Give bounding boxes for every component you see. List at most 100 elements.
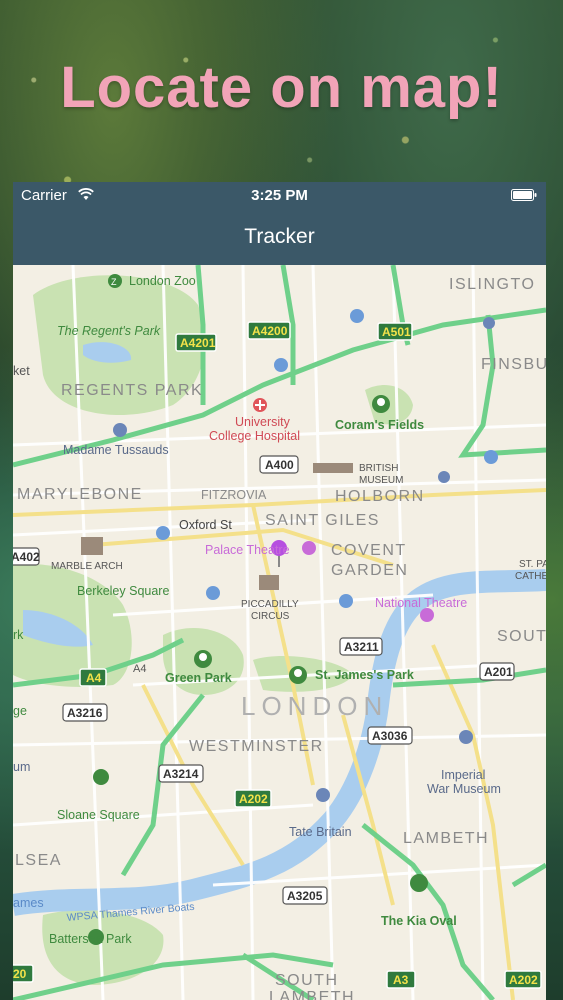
- svg-text:20: 20: [13, 967, 27, 981]
- landmark-icon: [81, 537, 103, 555]
- district-covent-garden: COVENT: [331, 542, 407, 559]
- nav-title: Tracker: [244, 225, 315, 248]
- theatre-icon[interactable]: [302, 541, 316, 555]
- train-icon[interactable]: [206, 586, 220, 600]
- district-south-lambeth: SOUTH: [275, 972, 339, 989]
- london-zoo-icon[interactable]: Z: [108, 274, 122, 288]
- label-battersea-park: Battersea Park: [49, 932, 132, 946]
- train-icon[interactable]: [339, 594, 353, 608]
- label-ames: ames: [13, 896, 44, 910]
- museum-icon[interactable]: [113, 423, 127, 437]
- park-tree-icon[interactable]: [372, 395, 390, 413]
- district-london: LONDON: [241, 691, 388, 721]
- landmark-icon: [313, 463, 353, 473]
- road-number-a3211: A3211: [339, 637, 383, 656]
- label-ket: ket: [13, 364, 30, 378]
- label-marble-arch: MARBLE ARCH: [51, 561, 123, 572]
- road-shield-a4200: A4200: [247, 321, 291, 340]
- district-marylebone: MARYLEBONE: [17, 486, 143, 503]
- district-south: SOUT: [497, 628, 546, 645]
- museum-icon[interactable]: [459, 730, 473, 744]
- svg-text:A3: A3: [393, 973, 409, 987]
- label-corams-fields: Coram's Fields: [335, 418, 424, 432]
- road-shield-a4: A4: [79, 668, 107, 687]
- district-holborn: HOLBORN: [335, 488, 425, 505]
- district-south-lambeth-2: LAMBETH: [269, 989, 355, 1000]
- road-shield-a202-mid: A202: [234, 789, 272, 808]
- label-st-pauls: ST. PA: [519, 559, 546, 570]
- district-fitzrovia: FITZROVIA: [201, 488, 267, 502]
- park-tree-icon[interactable]: [194, 650, 212, 668]
- svg-text:A3036: A3036: [372, 729, 408, 743]
- label-green-park: Green Park: [165, 671, 232, 685]
- headline: Locate on map!: [60, 55, 503, 120]
- district-saint-giles: SAINT GILES: [265, 512, 380, 529]
- svg-text:A3216: A3216: [67, 706, 103, 720]
- stadium-icon[interactable]: [410, 874, 428, 892]
- svg-text:A400: A400: [265, 458, 294, 472]
- district-finsbury: FINSBU: [481, 356, 546, 373]
- road-number-a402: A402: [13, 547, 40, 566]
- label-university: University: [235, 415, 291, 429]
- road-shield-a501: A501: [377, 322, 413, 341]
- road-number-a3216: A3216: [62, 703, 108, 722]
- svg-text:A4201: A4201: [180, 336, 216, 350]
- hospital-icon[interactable]: [253, 398, 267, 412]
- label-british-museum-2: MUSEUM: [359, 475, 403, 486]
- road-number-a3214: A3214: [158, 764, 204, 783]
- label-british-museum: BRITISH: [359, 463, 398, 474]
- label-national-theatre: National Theatre: [375, 596, 467, 610]
- label-palace-theatre: Palace Theatre: [205, 543, 290, 557]
- road-shield-a202-right: A202: [504, 970, 542, 989]
- svg-text:A501: A501: [382, 325, 411, 339]
- museum-icon[interactable]: [483, 317, 495, 329]
- label-sloane-square: Sloane Square: [57, 808, 140, 822]
- road-shield-a3: A3: [386, 970, 416, 989]
- train-icon[interactable]: [274, 358, 288, 372]
- train-icon[interactable]: [484, 450, 498, 464]
- road-shield-a4201: A4201: [175, 333, 217, 352]
- svg-text:A3214: A3214: [163, 767, 199, 781]
- svg-text:A4200: A4200: [252, 324, 288, 338]
- road-shield-20: 20: [13, 964, 34, 983]
- label-madame-tussauds: Madame Tussauds: [63, 443, 169, 457]
- landmark-icon: [259, 575, 279, 590]
- svg-text:A402: A402: [13, 550, 40, 564]
- train-icon[interactable]: [156, 526, 170, 540]
- label-berkeley-square: Berkeley Square: [77, 584, 169, 598]
- label-piccadilly: PICCADILLY: [241, 599, 299, 610]
- status-time: 3:25 PM: [251, 187, 308, 204]
- svg-text:A4: A4: [86, 671, 102, 685]
- svg-text:Z: Z: [111, 277, 117, 287]
- district-westminster: WESTMINSTER: [189, 738, 324, 755]
- phone-screen: Carrier 3:25 PM Tracker Z ISLINGTO REGEN…: [13, 182, 546, 1000]
- label-a4-small: A4: [133, 663, 146, 675]
- label-ge: ge: [13, 704, 27, 718]
- label-rk: rk: [13, 628, 24, 642]
- museum-icon[interactable]: [438, 471, 450, 483]
- navigation-bar: Tracker: [13, 208, 546, 265]
- status-bar: Carrier 3:25 PM: [13, 182, 546, 208]
- museum-icon[interactable]: [316, 788, 330, 802]
- label-cathedral: CATHE: [515, 571, 546, 582]
- district-covent-garden-2: GARDEN: [331, 562, 408, 579]
- district-islington: ISLINGTO: [449, 276, 535, 293]
- park-tree-icon[interactable]: [93, 769, 109, 785]
- label-oxford-st: Oxford St: [179, 518, 232, 532]
- svg-text:A3211: A3211: [344, 640, 379, 654]
- svg-text:A202: A202: [509, 973, 538, 987]
- road-number-a201: A201: [479, 662, 515, 681]
- district-regents-park: REGENTS PARK: [61, 382, 203, 399]
- district-lambeth: LAMBETH: [403, 830, 489, 847]
- label-imperial: Imperial: [441, 768, 485, 782]
- train-icon[interactable]: [350, 309, 364, 323]
- label-um: um: [13, 760, 30, 774]
- road-number-a3036: A3036: [367, 726, 413, 745]
- label-regents-park: The Regent's Park: [57, 324, 161, 338]
- theatre-icon[interactable]: [420, 608, 434, 622]
- label-london-zoo: London Zoo: [129, 274, 196, 288]
- svg-text:A201: A201: [484, 665, 513, 679]
- park-tree-icon[interactable]: [289, 666, 307, 684]
- label-college-hospital: College Hospital: [209, 429, 300, 443]
- map-view[interactable]: Z ISLINGTO REGENTS PARK FINSBU MARYLEBON…: [13, 265, 546, 1000]
